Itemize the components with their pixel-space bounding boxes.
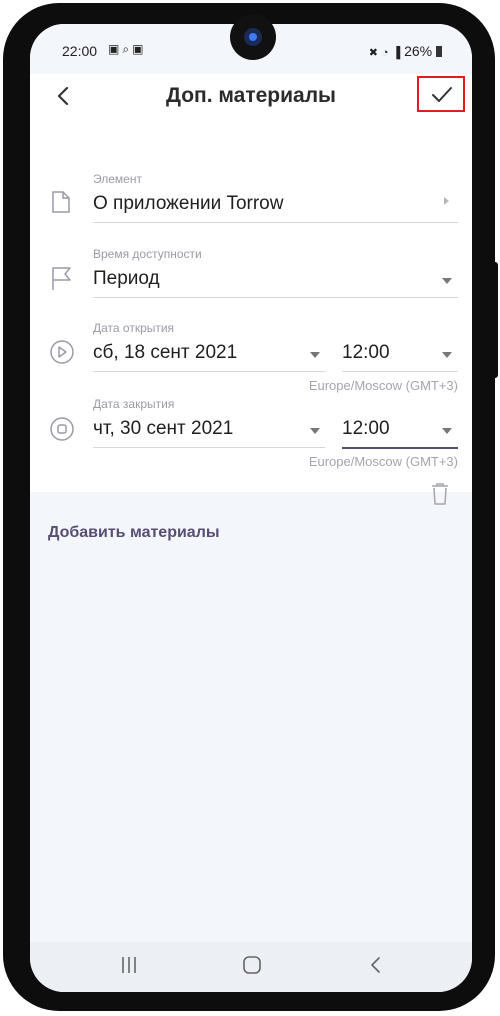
close-time-dropdown-icon[interactable] [442,428,452,434]
trash-icon[interactable] [430,482,450,506]
battery-level: 26% [404,43,433,59]
stop-circle-icon [50,417,74,441]
open-date-label: Дата открытия [93,321,175,335]
close-date-dropdown-icon[interactable] [310,428,320,434]
close-date-underline [93,447,325,448]
image-icon: ▣ [108,42,123,56]
screen: 22:00 ▣⌕▣ ✖ ◔ ▐ 26% Доп. материалы Элеме… [30,24,472,992]
record-icon: ▣ [132,42,147,56]
system-nav-bar [30,942,472,992]
page-title: Доп. материалы [166,84,336,107]
add-materials-button[interactable]: Добавить материалы [48,524,220,542]
front-camera [230,14,276,60]
close-time-field[interactable]: 12:00 [342,418,390,440]
open-time-underline [342,371,458,372]
close-time-underline-active [342,447,458,449]
status-right: ✖ ◔ ▐ 26% [369,43,442,59]
element-underline [93,222,458,223]
availability-select[interactable]: Период [93,268,160,290]
open-date-field[interactable]: сб, 18 сент 2021 [93,342,237,364]
side-button-right [490,262,498,378]
recent-apps-icon[interactable] [120,954,138,976]
mute-icon: ✖ [368,47,378,59]
open-time-field[interactable]: 12:00 [342,342,390,364]
open-timezone: Europe/Moscow (GMT+3) [308,378,458,393]
side-button-left-2 [5,318,13,398]
close-date-field[interactable]: чт, 30 сент 2021 [93,418,233,440]
play-circle-icon [50,340,74,364]
home-icon[interactable] [241,954,263,976]
availability-label: Время доступности [93,247,202,261]
wifi-icon: ◔ [381,47,389,59]
status-left-icons: ▣⌕▣ [108,42,146,57]
element-label: Элемент [93,172,142,186]
document-icon [52,191,70,213]
side-button-left-1 [5,228,13,308]
availability-underline [93,297,458,298]
flag-icon [52,267,71,290]
check-icon [432,87,452,102]
availability-dropdown-icon[interactable] [442,278,452,284]
app-bar: Доп. материалы [30,74,472,120]
back-icon[interactable] [368,954,384,976]
open-date-underline [93,371,325,372]
open-time-dropdown-icon[interactable] [442,352,452,358]
confirm-button[interactable] [417,76,465,112]
battery-icon [436,46,442,57]
chevron-right-icon[interactable] [444,197,449,205]
materials-form: Элемент О приложении Torrow Время доступ… [30,120,472,505]
open-date-dropdown-icon[interactable] [310,352,320,358]
close-timezone: Europe/Moscow (GMT+3) [308,454,458,469]
signal-icon: ▐ [392,47,401,59]
element-field[interactable]: О приложении Torrow [93,193,283,215]
search-icon: ⌕ [122,42,133,56]
close-date-label: Дата закрытия [93,397,175,411]
status-time: 22:00 [62,43,98,59]
